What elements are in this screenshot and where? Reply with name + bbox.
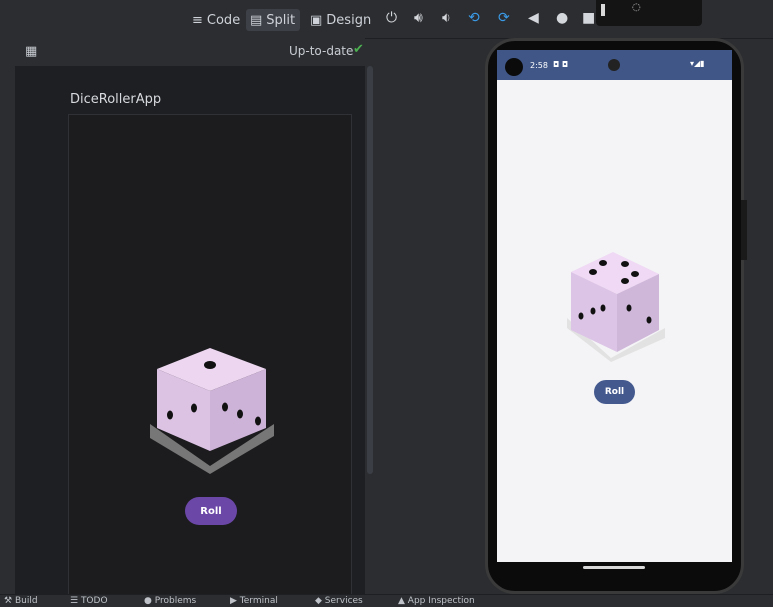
code-view-button[interactable]: ≡ Code xyxy=(188,9,242,31)
roll-button-device[interactable]: Roll xyxy=(594,380,635,404)
build-label: Build xyxy=(14,596,38,606)
volume-down-icon[interactable]: 🔉︎ xyxy=(442,10,451,26)
notification-icon: ◘ ◘ xyxy=(553,60,569,69)
volume-up-icon[interactable]: 🔊︎ xyxy=(414,10,423,26)
preview-header: ▦ Up-to-date ✔ xyxy=(15,38,365,67)
device-time: 2:58 xyxy=(530,61,548,70)
todo-tab[interactable]: ☰ TODO xyxy=(70,596,108,606)
services-tab[interactable]: ◆ Services xyxy=(315,596,363,606)
preview-scrollbar[interactable] xyxy=(367,66,373,474)
app-inspection-label: App Inspection xyxy=(407,596,475,606)
roll-button-preview[interactable]: Roll xyxy=(185,497,237,525)
side-button xyxy=(741,200,747,260)
gesture-handle[interactable] xyxy=(583,566,645,569)
home-icon[interactable]: ● xyxy=(556,10,568,26)
pip xyxy=(204,361,216,369)
problems-tab[interactable]: ● Problems xyxy=(144,596,196,606)
terminal-tab[interactable]: ▶ Terminal xyxy=(230,596,278,606)
rotate-right-icon[interactable]: ⟳ xyxy=(498,10,510,26)
overview-icon[interactable]: ■ xyxy=(582,10,595,26)
code-view-label: Code xyxy=(206,12,241,28)
design-view-label: Design xyxy=(326,12,372,28)
front-camera-icon xyxy=(608,59,620,71)
status-label: Up-to-date xyxy=(289,44,354,58)
device-status-bar: 2:58 ◘ ◘ ▾◢▮ xyxy=(497,50,732,80)
build-tab[interactable]: ⚒ Build xyxy=(4,596,38,606)
image-icon: ▣ xyxy=(310,12,323,28)
app-inspection-tab[interactable]: ▲ App Inspection xyxy=(398,596,475,606)
design-view-button[interactable]: ▣ Design xyxy=(306,9,372,31)
split-view-label: Split xyxy=(266,12,296,28)
services-label: Services xyxy=(324,596,363,606)
layout-options-icon[interactable]: ▦ xyxy=(25,44,37,59)
back-icon[interactable]: ◀ xyxy=(528,10,539,26)
left-gutter xyxy=(0,38,15,594)
pin-icon: ◌ xyxy=(632,2,641,13)
camera-cutout xyxy=(505,58,523,76)
dice-image-preview xyxy=(150,348,274,474)
rotate-left-icon[interactable]: ⟲ xyxy=(468,10,480,26)
todo-label: TODO xyxy=(80,596,108,606)
split-view-button[interactable]: ▤ Split xyxy=(246,9,300,31)
preview-app-title: DiceRollerApp xyxy=(70,92,162,107)
overlay-bar xyxy=(601,4,605,16)
problems-label: Problems xyxy=(154,596,197,606)
power-icon[interactable]: ⏻ xyxy=(386,10,397,26)
terminal-label: Terminal xyxy=(239,596,278,606)
signal-battery-icon: ▾◢▮ xyxy=(690,59,705,68)
floating-panel: ◌ xyxy=(596,0,702,26)
checkmark-icon: ✔ xyxy=(353,42,364,57)
device-nav-bar xyxy=(497,562,732,576)
lines-icon: ≡ xyxy=(192,12,203,28)
split-icon: ▤ xyxy=(250,12,263,28)
bottom-tool-strip xyxy=(0,594,773,607)
dice-image-device xyxy=(567,252,665,362)
